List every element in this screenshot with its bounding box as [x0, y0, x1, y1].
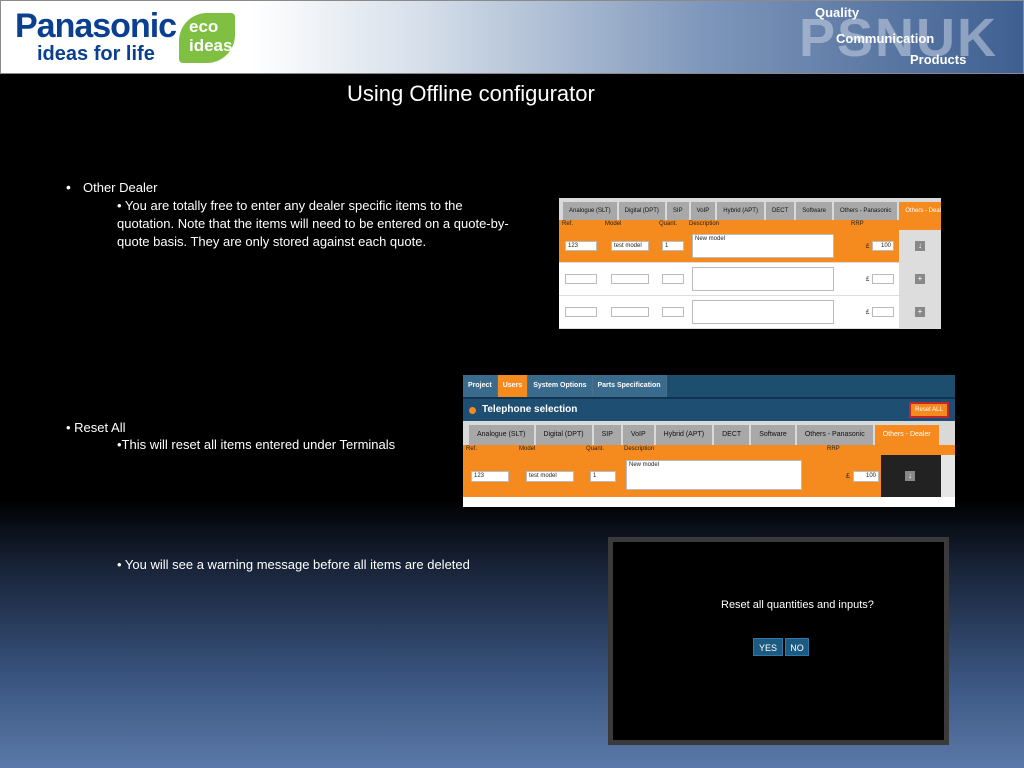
tab-voip[interactable]: VoIP — [622, 425, 654, 445]
warning-text: • You will see a warning message before … — [117, 557, 470, 572]
model-input[interactable] — [611, 274, 649, 284]
table-header: Ref. Model Quant. Description RRP — [559, 220, 941, 230]
no-button[interactable]: NO — [785, 638, 809, 656]
quant-input[interactable] — [662, 274, 684, 284]
tab-sip[interactable]: SIP — [666, 202, 689, 220]
tab-hybrid[interactable]: Hybrid (APT) — [655, 425, 713, 445]
tab-digital[interactable]: Digital (DPT) — [618, 202, 665, 220]
quant-input[interactable]: 1 — [662, 241, 684, 251]
terminal-tabs: Analogue (SLT) Digital (DPT) SIP VoIP Hy… — [559, 198, 941, 220]
reset-question: Reset all quantities and inputs? — [721, 599, 874, 611]
move-down-icon[interactable]: ↓ — [915, 241, 925, 251]
other-dealer-text-1: • You are totally free to enter any deal… — [117, 198, 463, 213]
price-input[interactable] — [872, 274, 894, 284]
bullet-other-dealer: • — [66, 179, 71, 195]
add-row-icon[interactable]: + — [915, 307, 925, 317]
table-row: £ + — [559, 263, 941, 296]
communication-label: Communication — [836, 31, 935, 46]
price-input[interactable] — [872, 307, 894, 317]
reset-all-button[interactable]: Reset ALL — [909, 402, 949, 418]
panasonic-logo: Panasonic — [15, 7, 177, 45]
telephone-selection-screenshot: Project Users System Options Parts Speci… — [463, 375, 955, 507]
tab-hybrid[interactable]: Hybrid (APT) — [717, 202, 764, 220]
tab-voip[interactable]: VoIP — [690, 202, 716, 220]
table-row: 123 test model 1 New model £ 100 ↓ — [559, 230, 941, 263]
reset-all-text: •This will reset all items entered under… — [117, 437, 396, 452]
model-input[interactable]: test model — [611, 241, 649, 251]
table-row: £ + — [559, 296, 941, 329]
tab-others-panasonic[interactable]: Others - Panasonic — [833, 202, 898, 220]
main-nav: Project Users System Options Parts Speci… — [463, 375, 955, 397]
page-title: Using Offline configurator — [347, 81, 595, 106]
tab-others-dealer[interactable]: Others - Dealer — [874, 425, 939, 445]
ref-input[interactable]: 123 — [471, 471, 509, 482]
nav-users[interactable]: Users — [497, 375, 529, 397]
table-header: Ref. Model Quant. Description RRP — [463, 445, 955, 455]
tab-dect[interactable]: DECT — [765, 202, 795, 220]
section-dot-icon — [469, 407, 476, 414]
description-input[interactable] — [692, 267, 834, 291]
tab-others-panasonic[interactable]: Others - Panasonic — [796, 425, 873, 445]
tab-dect[interactable]: DECT — [714, 425, 750, 445]
description-input[interactable]: New model — [692, 234, 834, 258]
quality-label: Quality — [815, 5, 860, 20]
tab-analogue[interactable]: Analogue (SLT) — [469, 425, 534, 445]
eco-ideas-logo: eco ideas — [177, 11, 239, 67]
quant-input[interactable] — [662, 307, 684, 317]
nav-system-options[interactable]: System Options — [528, 375, 593, 397]
price-input[interactable]: 100 — [853, 471, 879, 482]
description-input[interactable] — [692, 300, 834, 324]
terminal-tabs: Analogue (SLT) Digital (DPT) SIP VoIP Hy… — [463, 421, 955, 445]
panasonic-tagline: ideas for life — [37, 43, 155, 65]
add-row-icon[interactable]: + — [915, 274, 925, 284]
dealer-items-screenshot: Analogue (SLT) Digital (DPT) SIP VoIP Hy… — [559, 198, 941, 329]
section-title: Telephone selection — [482, 404, 578, 415]
tab-software[interactable]: Software — [751, 425, 795, 445]
price-input[interactable]: 100 — [872, 241, 894, 251]
tab-others-dealer[interactable]: Others - Dealer — [899, 202, 941, 220]
section-bar: Telephone selection Reset ALL — [463, 397, 955, 421]
ref-input[interactable] — [565, 307, 597, 317]
reset-warning-dialog: Reset all quantities and inputs? YES NO — [608, 537, 949, 745]
other-dealer-heading: Other Dealer — [83, 180, 158, 195]
yes-button[interactable]: YES — [753, 638, 783, 656]
other-dealer-text-3: quote basis. They are only stored agains… — [117, 234, 427, 249]
ref-input[interactable]: 123 — [565, 241, 597, 251]
nav-project[interactable]: Project — [463, 375, 498, 397]
nav-parts-specification[interactable]: Parts Specification — [592, 375, 667, 397]
header-banner: Panasonic ideas for life eco ideas PSNUK… — [0, 0, 1024, 74]
table-row: 123 test model 1 New model £ 100 ↓ — [463, 455, 955, 497]
scrollbar[interactable] — [941, 455, 955, 497]
model-input[interactable]: test model — [526, 471, 574, 482]
products-label: Products — [910, 52, 967, 67]
tab-sip[interactable]: SIP — [593, 425, 621, 445]
model-input[interactable] — [611, 307, 649, 317]
tab-digital[interactable]: Digital (DPT) — [535, 425, 592, 445]
move-down-icon[interactable]: ↓ — [905, 471, 915, 481]
description-input[interactable]: New model — [626, 460, 802, 490]
other-dealer-text-2: quotation. Note that the items will need… — [117, 216, 509, 231]
reset-all-heading: • Reset All — [66, 420, 126, 435]
tab-analogue[interactable]: Analogue (SLT) — [563, 202, 617, 220]
quant-input[interactable]: 1 — [590, 471, 616, 482]
ref-input[interactable] — [565, 274, 597, 284]
tab-software[interactable]: Software — [796, 202, 832, 220]
